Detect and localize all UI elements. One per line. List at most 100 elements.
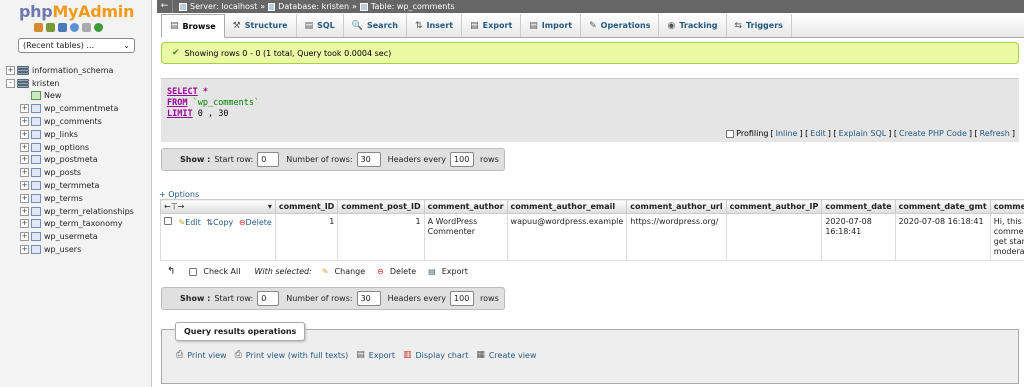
expand-icon[interactable]: +	[20, 232, 29, 242]
tree-item[interactable]: + wp_users	[6, 243, 134, 256]
cell-comment-author-url[interactable]: https://wordpress.org/	[626, 213, 727, 261]
tree-item-label[interactable]: wp_termmeta	[44, 181, 99, 190]
delete-icon[interactable]: ⊖	[239, 218, 246, 227]
start-row-input[interactable]: 0	[257, 291, 280, 306]
breadcrumb-server[interactable]: Server: localhost	[190, 2, 257, 11]
tree-item-label[interactable]: wp_terms	[44, 194, 83, 203]
profiling-checkbox[interactable]	[726, 129, 735, 138]
print-icon[interactable]: ⎙	[235, 350, 242, 360]
tree-item-label[interactable]: wp_posts	[44, 168, 81, 177]
expand-icon[interactable]: +	[20, 129, 29, 139]
tree-item[interactable]: + wp_postmeta	[6, 154, 134, 167]
col-comment-content[interactable]: comment_co	[989, 199, 1024, 214]
num-rows-input[interactable]: 30	[356, 152, 381, 167]
options-link[interactable]: + Options	[159, 190, 199, 199]
num-rows-input[interactable]: 30	[356, 291, 381, 306]
expand-icon[interactable]: +	[20, 142, 29, 152]
breadcrumb-table[interactable]: Table: wp_comments	[371, 2, 455, 11]
col-comment-date[interactable]: comment_date	[821, 199, 896, 214]
home-icon[interactable]	[34, 23, 43, 32]
create-view-icon[interactable]: ▦	[476, 350, 485, 360]
sort-dropdown-icon[interactable]: ▾	[268, 202, 272, 211]
expand-icon[interactable]: +	[20, 104, 29, 114]
change-button[interactable]: Change	[335, 267, 366, 276]
recent-tables-select[interactable]: (Recent tables) ... ⌄	[18, 38, 135, 53]
tab-operations[interactable]: ✎ Operations	[581, 14, 660, 37]
tab-sql[interactable]: ▤ SQL	[297, 14, 344, 37]
edit-link[interactable]: Edit	[810, 129, 826, 138]
chart-icon[interactable]: ▥	[403, 350, 412, 360]
tree-item[interactable]: + wp_links	[6, 128, 134, 141]
sort-arrows-header[interactable]: ←⊤→ ▾	[160, 199, 276, 214]
expand-icon[interactable]: +	[20, 117, 29, 127]
print-full-link[interactable]: Print view (with full texts)	[246, 351, 349, 360]
col-comment-author-url[interactable]: comment_author_url	[626, 199, 727, 214]
tab-export[interactable]: ▤ Export	[462, 14, 522, 37]
start-row-input[interactable]: 0	[257, 152, 280, 167]
tree-item[interactable]: + wp_posts	[6, 166, 134, 179]
tree-item[interactable]: - kristen	[6, 77, 134, 90]
query-window-icon[interactable]	[58, 23, 67, 32]
logout-icon[interactable]	[46, 23, 55, 32]
tree-item-label[interactable]: wp_term_relationships	[44, 207, 134, 216]
tab-import[interactable]: ▤ Import	[521, 14, 582, 37]
tree-item[interactable]: + wp_termmeta	[6, 179, 134, 192]
expand-icon[interactable]: +	[20, 193, 29, 203]
collapse-nav-arrow-icon[interactable]: ←	[157, 0, 173, 13]
headers-every-input[interactable]: 100	[450, 152, 475, 167]
expand-icon[interactable]: +	[20, 219, 29, 229]
tree-item-label[interactable]: wp_usermeta	[44, 232, 98, 241]
tree-item-label[interactable]: wp_term_taxonomy	[44, 219, 123, 228]
headers-every-input[interactable]: 100	[450, 291, 475, 306]
tab-insert[interactable]: ⇅ Insert	[407, 14, 463, 37]
cell-comment-author[interactable]: A WordPress Commenter	[423, 213, 508, 261]
copy-icon[interactable]: ⇅	[206, 218, 213, 227]
tree-item[interactable]: + wp_term_relationships	[6, 205, 134, 218]
tree-item-label[interactable]: wp_users	[44, 245, 81, 254]
tab-tracking[interactable]: ◉ Tracking	[659, 14, 727, 37]
tab-browse[interactable]: ▤ Browse	[161, 14, 225, 38]
tree-item[interactable]: + wp_terms	[6, 192, 134, 205]
edit-row-link[interactable]: Edit	[185, 218, 201, 227]
check-all-checkbox[interactable]	[189, 267, 198, 276]
tree-item-label[interactable]: New	[44, 91, 61, 100]
refresh-link[interactable]: Refresh	[980, 129, 1010, 138]
col-comment-author-email[interactable]: comment_author_email	[506, 199, 628, 214]
cell-comment-author-ip[interactable]	[725, 213, 823, 261]
expand-icon[interactable]: +	[20, 245, 29, 255]
create-view-link[interactable]: Create view	[489, 351, 537, 360]
sql-query[interactable]: SELECT * FROM `wp_comments` LIMIT 0 , 30	[167, 87, 259, 120]
cell-comment-date-gmt[interactable]: 2020-07-08 16:18:41	[894, 213, 991, 261]
copy-row-link[interactable]: Copy	[213, 218, 233, 227]
expand-icon[interactable]: +	[20, 168, 29, 178]
cell-comment-id[interactable]: 1	[274, 213, 339, 261]
tab-search[interactable]: 🔍 Search	[344, 14, 407, 37]
print-icon[interactable]: ⎙	[176, 350, 183, 360]
print-view-link[interactable]: Print view	[187, 351, 226, 360]
col-comment-author-ip[interactable]: comment_author_IP	[725, 199, 823, 214]
tree-item[interactable]: + wp_options	[6, 141, 134, 154]
reload-icon[interactable]	[94, 23, 103, 32]
tree-item[interactable]: + wp_commentmeta	[6, 102, 134, 115]
cell-comment-date[interactable]: 2020-07-08 16:18:41	[821, 213, 896, 261]
tab-structure[interactable]: ⚒ Structure	[225, 14, 297, 37]
tree-item[interactable]: New	[6, 90, 134, 103]
display-chart-link[interactable]: Display chart	[416, 351, 469, 360]
tree-item-label[interactable]: wp_commentmeta	[44, 104, 118, 113]
docs-icon[interactable]	[70, 23, 79, 32]
col-comment-date-gmt[interactable]: comment_date_gmt	[894, 199, 991, 214]
phpmyadmin-logo[interactable]: phpMyAdmin	[19, 2, 134, 21]
expand-icon[interactable]: +	[20, 155, 29, 165]
tree-item[interactable]: + wp_comments	[6, 115, 134, 128]
cell-comment-post-id[interactable]: 1	[337, 213, 425, 261]
delete-button[interactable]: Delete	[390, 267, 416, 276]
tree-item-label[interactable]: wp_links	[44, 130, 78, 139]
tree-item[interactable]: + wp_term_taxonomy	[6, 218, 134, 231]
expand-icon[interactable]: +	[20, 181, 29, 191]
export-icon[interactable]: ▤	[356, 350, 365, 360]
col-comment-id[interactable]: comment_ID	[274, 199, 339, 214]
expand-icon[interactable]: +	[20, 206, 29, 216]
export-icon[interactable]: ▤	[428, 267, 436, 276]
tree-item-label[interactable]: information_schema	[32, 66, 113, 75]
tree-item[interactable]: + information_schema	[6, 64, 134, 77]
